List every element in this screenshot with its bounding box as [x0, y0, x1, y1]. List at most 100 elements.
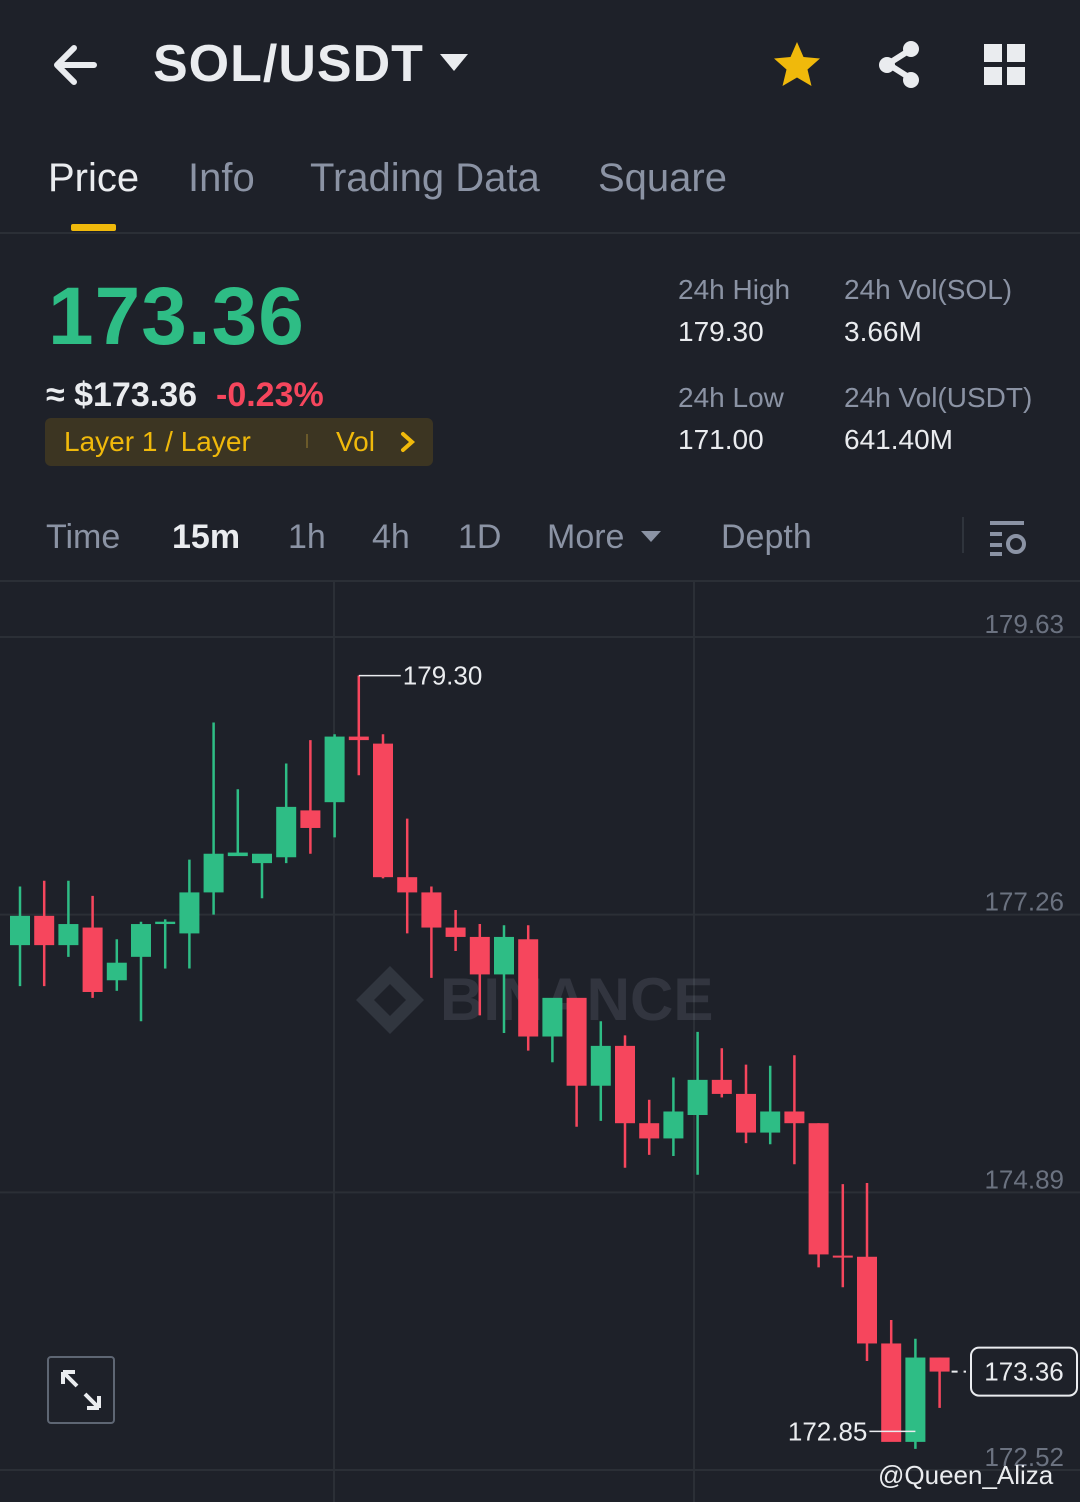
candle-body [663, 1111, 684, 1139]
pair-title[interactable]: SOL/USDT [153, 34, 424, 94]
price-change: -0.23% [216, 376, 324, 414]
caret-down-icon[interactable] [438, 52, 470, 79]
candle [857, 1182, 877, 1362]
candle-body [760, 1111, 781, 1133]
candle-body [276, 806, 297, 858]
interval-4h[interactable]: 4h [372, 518, 410, 557]
last-price: 173.36 [48, 271, 305, 362]
interval-more[interactable]: More [547, 518, 624, 557]
header-bar: SOL/USDT [0, 0, 1080, 130]
candle [203, 722, 224, 915]
candle-body [784, 1111, 805, 1124]
candle-body [445, 927, 466, 937]
back-arrow-icon[interactable] [48, 38, 104, 92]
candle-body [421, 892, 442, 928]
candle [155, 919, 176, 969]
candle [445, 909, 466, 951]
candlestick-chart[interactable]: BINANCE 179.30172.85173.36 179.63177.261… [0, 582, 1080, 1502]
interval-15m[interactable]: 15m [172, 518, 240, 557]
candle-body [227, 852, 248, 857]
candle [881, 1320, 902, 1442]
candle-body [881, 1343, 902, 1442]
candle [736, 1064, 756, 1144]
candle [518, 925, 539, 1051]
candle [34, 880, 55, 987]
stat-high-label: 24h High [678, 274, 791, 305]
candle-body [252, 853, 272, 864]
user-watermark: @Queen_Aliza [878, 1460, 1054, 1490]
candle [324, 734, 345, 838]
candle-body [857, 1256, 877, 1344]
candle-body [687, 1079, 708, 1116]
active-tab-indicator [71, 224, 116, 231]
candle-body [348, 736, 369, 741]
expand-chart-icon[interactable] [47, 1356, 115, 1424]
candle-body [300, 810, 321, 828]
candle [639, 1099, 660, 1155]
candle-body [639, 1123, 660, 1139]
chart-settings-icon[interactable] [988, 518, 1028, 563]
tab-trading-data[interactable]: Trading Data [310, 156, 540, 201]
candle-body [711, 1079, 732, 1094]
stat-vol-usdt-value: 641.40M [844, 424, 953, 455]
candle-body [10, 915, 30, 946]
more-caret-icon[interactable] [640, 530, 662, 549]
stat-vol-sol-label: 24h Vol(SOL) [844, 274, 1013, 305]
candle-body [179, 892, 200, 934]
tab-info[interactable]: Info [188, 156, 255, 201]
stat-high-value: 179.30 [678, 316, 764, 347]
candle-body [106, 962, 127, 981]
candle-body [494, 936, 514, 975]
candle [590, 1021, 611, 1121]
candle [10, 886, 30, 987]
candle-body [469, 936, 490, 975]
candle-body [615, 1045, 635, 1124]
candle [929, 1357, 950, 1408]
candle-body [131, 924, 151, 957]
candle-body [590, 1045, 611, 1086]
tabs-divider [0, 232, 1080, 234]
interval-depth[interactable]: Depth [721, 518, 812, 557]
candle-body [82, 927, 103, 992]
tab-price[interactable]: Price [48, 156, 139, 201]
candle-body [929, 1357, 950, 1372]
interval-1h[interactable]: 1h [288, 518, 326, 557]
candle-body [808, 1123, 829, 1255]
low-marker-label: 172.85 [788, 1416, 868, 1446]
candle [832, 1184, 853, 1288]
y-tick-label: 174.89 [984, 1164, 1064, 1194]
usd-price: ≈ $173.36 [46, 376, 198, 414]
candle [131, 921, 151, 1022]
tag-separator [306, 434, 308, 448]
candle-body [736, 1093, 756, 1133]
candle [397, 818, 418, 934]
candle [373, 734, 393, 879]
interval-separator [962, 517, 964, 553]
last-price-label: 173.36 [984, 1357, 1064, 1387]
candle [542, 997, 563, 1063]
candle-body [518, 939, 539, 1037]
candle [300, 740, 321, 854]
candle [421, 886, 442, 978]
candle [905, 1338, 926, 1449]
interval-time[interactable]: Time [46, 518, 120, 557]
candle-body [155, 921, 176, 925]
share-icon[interactable] [872, 38, 926, 97]
y-tick-label: 177.26 [984, 887, 1064, 917]
star-icon[interactable] [770, 38, 824, 97]
interval-1d[interactable]: 1D [458, 518, 501, 557]
candle-body [34, 915, 55, 946]
candle [276, 763, 297, 864]
stat-low-label: 24h Low [678, 382, 784, 413]
tab-square[interactable]: Square [598, 156, 727, 201]
candle [760, 1065, 781, 1145]
candle [252, 853, 272, 899]
candle-body [566, 997, 587, 1086]
candle [808, 1123, 829, 1268]
candle [106, 939, 127, 991]
candle-body [203, 853, 224, 893]
stat-vol-sol-value: 3.66M [844, 316, 922, 347]
candle [58, 880, 79, 957]
grid-icon[interactable] [982, 42, 1028, 93]
stat-low-value: 171.00 [678, 424, 764, 455]
